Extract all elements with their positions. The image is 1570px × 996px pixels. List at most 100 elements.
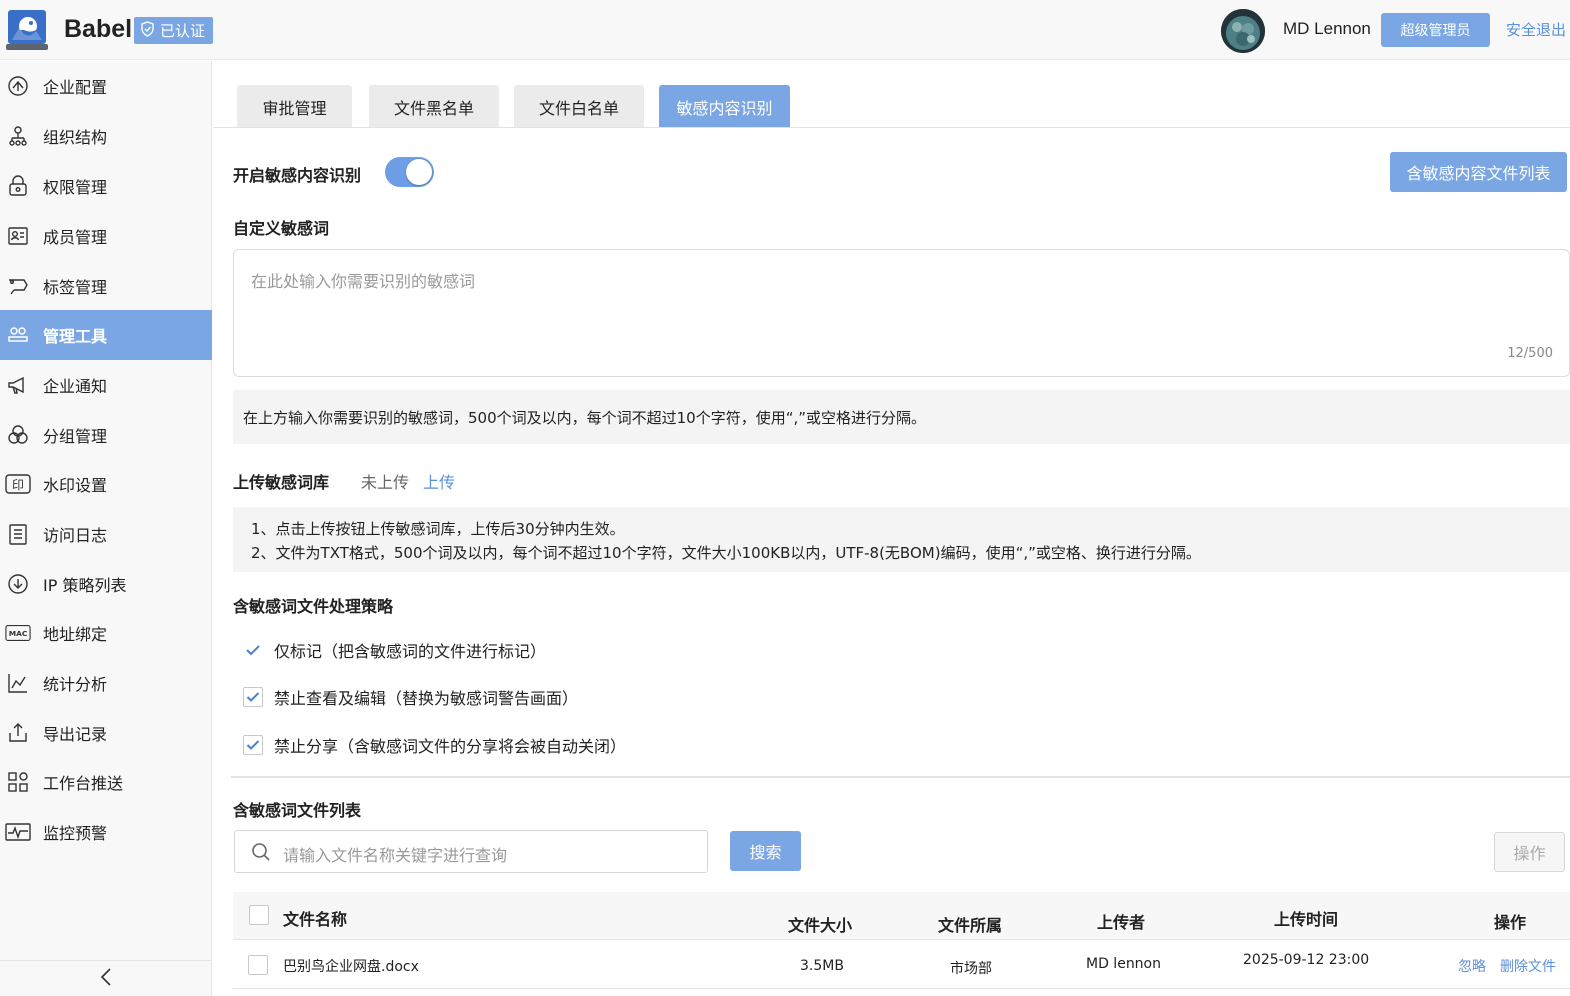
- ip-policy-icon: [5, 572, 31, 596]
- avatar[interactable]: [1221, 9, 1265, 53]
- sidebar-item-permission[interactable]: 权限管理: [0, 161, 212, 211]
- enable-sensitive-label: 开启敏感内容识别: [233, 166, 362, 185]
- role-badge-button[interactable]: 超级管理员: [1381, 13, 1490, 47]
- tag-icon: [5, 274, 31, 298]
- log-list-icon: [5, 522, 31, 546]
- custom-words-hint: 在上方输入你需要识别的敏感词，500个词及以内，每个词不超过10个字符，使用“,…: [233, 390, 1570, 444]
- col-uploader: 上传者: [1097, 913, 1146, 932]
- file-upload-time: 2025-09-12 23:00: [1243, 952, 1370, 968]
- search-icon: [251, 842, 271, 866]
- checkbox-checked[interactable]: [243, 640, 263, 660]
- upload-hint-line-2: 2、文件为TXT格式，500个词及以内，每个词不超过10个字符，文件大小100K…: [251, 544, 1201, 562]
- sidebar-item-export[interactable]: 导出记录: [0, 708, 212, 758]
- col-upload-time: 上传时间: [1274, 910, 1339, 929]
- tab-file-whitelist[interactable]: 文件白名单: [514, 85, 644, 128]
- sidebar-item-monitor[interactable]: 监控预警: [0, 807, 212, 857]
- monitor-pulse-icon: [5, 820, 31, 844]
- file-uploader: MD lennon: [1086, 956, 1161, 972]
- custom-words-label: 自定义敏感词: [233, 219, 330, 238]
- babel-logo-icon[interactable]: [6, 8, 48, 52]
- top-header: Babel 已认证 MD Lennon 超级管理员 安全退出: [0, 0, 1570, 60]
- sidebar-item-label: 企业通知: [43, 377, 108, 396]
- sidebar-item-mac-binding[interactable]: MAC 地址绑定: [0, 608, 212, 658]
- sidebar-item-group[interactable]: 分组管理: [0, 410, 212, 460]
- col-operations: 操作: [1494, 913, 1527, 932]
- checkbox-checked[interactable]: [243, 735, 263, 755]
- sidebar-item-label: IP 策略列表: [43, 576, 127, 595]
- file-name[interactable]: 巴别鸟企业网盘.docx: [283, 956, 419, 976]
- sidebar-item-admin-tools[interactable]: 管理工具: [0, 310, 212, 360]
- check-icon: [246, 692, 260, 702]
- sidebar-item-stats[interactable]: 统计分析: [0, 658, 212, 708]
- sidebar-item-label: 成员管理: [43, 228, 108, 247]
- sidebar-item-label: 工作台推送: [43, 774, 124, 793]
- sidebar-item-notice[interactable]: 企业通知: [0, 360, 212, 410]
- search-placeholder: 请输入文件名称关键字进行查询: [283, 846, 508, 865]
- tab-file-blacklist[interactable]: 文件黑名单: [369, 85, 499, 128]
- tab-sensitive-content[interactable]: 敏感内容识别: [659, 85, 790, 128]
- enable-sensitive-toggle[interactable]: [385, 157, 434, 187]
- sidebar: 企业配置 组织结构 权限管理 成员管理 标签管理 管理工具 企业通知 分组管理 …: [0, 61, 212, 996]
- org-structure-icon: [5, 124, 31, 148]
- policy-block-view-edit[interactable]: 禁止查看及编辑（替换为敏感词警告画面）: [243, 685, 578, 709]
- sidebar-item-ip-policy[interactable]: IP 策略列表: [0, 559, 212, 609]
- watermark-icon: 印: [5, 472, 31, 496]
- file-search-input[interactable]: 请输入文件名称关键字进行查询: [234, 830, 708, 873]
- policy-label-text: 禁止查看及编辑（替换为敏感词警告画面）: [274, 689, 579, 708]
- custom-words-textarea[interactable]: 在此处输入你需要识别的敏感词 12/500: [233, 249, 1570, 377]
- tab-approval[interactable]: 审批管理: [237, 85, 352, 128]
- permission-icon: [5, 174, 31, 198]
- batch-operation-button[interactable]: 操作: [1494, 832, 1565, 872]
- sidebar-item-label: 地址绑定: [43, 625, 108, 644]
- admin-tools-icon: [5, 323, 31, 347]
- table-row: 巴别鸟企业网盘.docx 3.5MB 市场部 MD lennon 2025-09…: [233, 940, 1570, 989]
- search-button[interactable]: 搜索: [730, 831, 801, 871]
- ignore-link[interactable]: 忽略: [1458, 956, 1486, 976]
- sidebar-item-label: 导出记录: [43, 725, 108, 744]
- sidebar-item-label: 标签管理: [43, 278, 108, 297]
- sidebar-item-label: 访问日志: [43, 526, 108, 545]
- sidebar-item-label: 管理工具: [43, 327, 108, 346]
- stats-chart-icon: [5, 671, 31, 695]
- sidebar-item-member[interactable]: 成员管理: [0, 211, 212, 261]
- mac-binding-icon: MAC: [5, 621, 31, 645]
- policy-label-text: 禁止分享（含敏感词文件的分享将会被自动关闭）: [274, 737, 627, 756]
- custom-words-placeholder: 在此处输入你需要识别的敏感词: [251, 272, 476, 291]
- shield-check-icon: [140, 20, 155, 41]
- svg-text:印: 印: [12, 478, 24, 492]
- checkbox-checked[interactable]: [243, 687, 263, 707]
- upload-status: 未上传: [361, 473, 410, 492]
- sidebar-item-label: 统计分析: [43, 675, 108, 694]
- brand-name: Babel: [64, 15, 133, 43]
- section-divider: [231, 776, 1570, 778]
- sidebar-item-workbench[interactable]: 工作台推送: [0, 757, 212, 807]
- delete-file-link[interactable]: 删除文件: [1500, 956, 1556, 976]
- policy-mark-only[interactable]: 仅标记（把含敏感词的文件进行标记）: [243, 638, 546, 662]
- select-all-checkbox[interactable]: [249, 905, 269, 925]
- sidebar-item-label: 水印设置: [43, 476, 108, 495]
- sidebar-collapse-button[interactable]: [0, 960, 212, 996]
- check-icon: [246, 645, 260, 656]
- svg-text:MAC: MAC: [9, 629, 28, 638]
- sidebar-item-label: 企业配置: [43, 78, 108, 97]
- sidebar-item-access-log[interactable]: 访问日志: [0, 509, 212, 559]
- megaphone-icon: [5, 373, 31, 397]
- upload-link[interactable]: 上传: [423, 469, 455, 493]
- check-icon: [246, 740, 260, 750]
- sidebar-item-enterprise-config[interactable]: 企业配置: [0, 61, 212, 111]
- workbench-grid-icon: [5, 770, 31, 794]
- sidebar-item-org-structure[interactable]: 组织结构: [0, 111, 212, 161]
- file-size: 3.5MB: [800, 958, 844, 974]
- tabs-divider: [213, 127, 1570, 128]
- sidebar-item-watermark[interactable]: 印 水印设置: [0, 459, 212, 509]
- policy-block-share[interactable]: 禁止分享（含敏感词文件的分享将会被自动关闭）: [243, 733, 626, 757]
- sidebar-item-tag[interactable]: 标签管理: [0, 261, 212, 311]
- chevron-left-icon: [99, 967, 113, 991]
- logout-link[interactable]: 安全退出: [1506, 19, 1566, 40]
- upload-hint-line-1: 1、点击上传按钮上传敏感词库，上传后30分钟内生效。: [251, 520, 625, 538]
- sensitive-file-list-button[interactable]: 含敏感内容文件列表: [1390, 152, 1567, 192]
- username: MD Lennon: [1283, 19, 1371, 38]
- file-dept: 市场部: [950, 961, 992, 977]
- row-checkbox[interactable]: [248, 955, 268, 975]
- enterprise-config-icon: [5, 74, 31, 98]
